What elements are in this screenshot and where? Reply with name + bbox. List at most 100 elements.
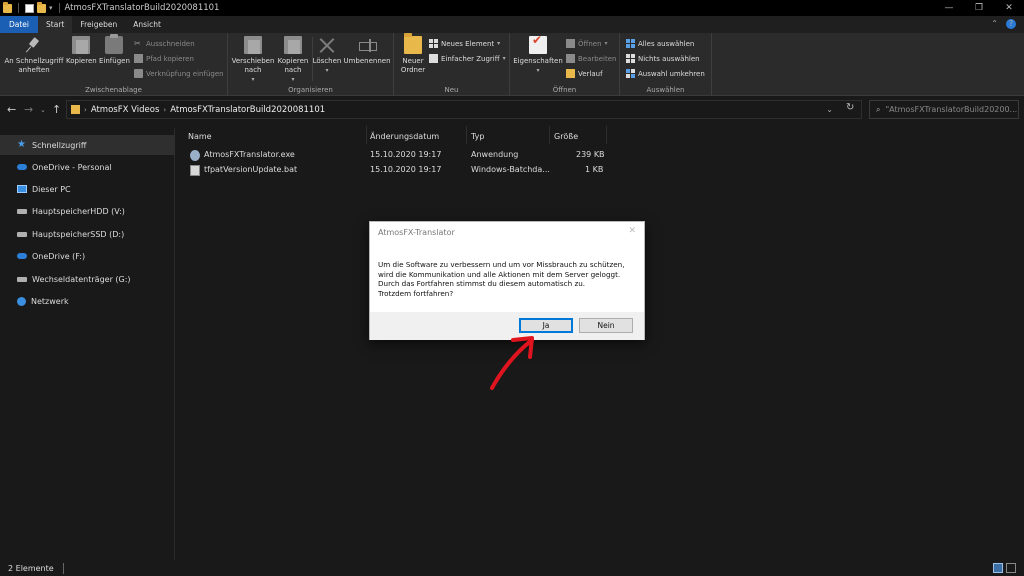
pin-quick-access-button[interactable]: An Schnellzugriff anheften: [3, 36, 65, 75]
scissors-icon: ✂: [134, 39, 141, 48]
cloud-icon: [17, 164, 27, 170]
properties-button[interactable]: Eigenschaften ▾: [512, 36, 564, 75]
no-button[interactable]: Nein: [579, 318, 633, 333]
folder-icon: [3, 1, 12, 13]
paste-button[interactable]: Einfügen: [99, 34, 130, 66]
copy-button[interactable]: Kopieren: [66, 36, 97, 66]
breadcrumb-atmosfx-videos[interactable]: AtmosFX Videos: [91, 105, 160, 115]
chevron-down-icon: ▾: [325, 67, 329, 74]
column-divider[interactable]: [549, 126, 550, 144]
sidebar-item-removable-g[interactable]: Wechseldatenträger (G:): [0, 269, 175, 289]
copy-to-button[interactable]: Kopieren nach ▾: [276, 36, 310, 84]
sidebar-item-label: HauptspeicherHDD (V:): [32, 206, 125, 216]
sidebar-item-hdd-v[interactable]: HauptspeicherHDD (V:): [0, 201, 175, 221]
path-icon: [134, 54, 143, 63]
close-icon[interactable]: ✕: [628, 226, 636, 236]
dialog-message-line: Um die Software zu verbessern und um vor…: [378, 260, 625, 269]
group-clipboard: An Schnellzugriff anheften Kopieren Einf…: [0, 33, 228, 96]
tab-freigeben[interactable]: Freigeben: [72, 16, 125, 33]
new-folder-button[interactable]: Neuer Ordner: [396, 33, 430, 75]
tab-ansicht[interactable]: Ansicht: [125, 16, 169, 33]
history-label: Verlauf: [578, 69, 603, 78]
arrow-shaft: [490, 338, 534, 390]
new-item-label: Neues Element: [441, 39, 495, 48]
file-size: 239 KB: [576, 150, 605, 159]
status-bar: 2 Elemente: [0, 560, 1024, 576]
delete-label: Löschen: [312, 57, 342, 65]
help-icon[interactable]: ?: [1006, 19, 1016, 29]
column-header-size[interactable]: Größe: [554, 129, 578, 145]
history-icon: [566, 69, 575, 78]
group-select: Alles auswählen Nichts auswählen Auswahl…: [620, 33, 712, 96]
column-divider[interactable]: [466, 126, 467, 144]
copy-path-label: Pfad kopieren: [146, 54, 194, 63]
refresh-icon[interactable]: ↻: [846, 102, 854, 113]
drive-icon: [17, 208, 27, 214]
minimize-button[interactable]: —: [934, 0, 964, 16]
properties-icon[interactable]: [25, 3, 34, 13]
cut-label: Ausschneiden: [146, 39, 195, 48]
table-row[interactable]: AtmosFXTranslator.exe 15.10.2020 19:17 A…: [184, 149, 614, 163]
sidebar-item-this-pc[interactable]: Dieser PC: [0, 179, 175, 199]
close-button[interactable]: ✕: [994, 0, 1024, 16]
move-label: Verschieben nach: [231, 57, 275, 74]
details-view-icon[interactable]: [993, 563, 1003, 573]
delete-button[interactable]: Löschen ▾: [312, 36, 342, 75]
sidebar-item-ssd-d[interactable]: HauptspeicherSSD (D:): [0, 224, 175, 244]
folder-icon: [71, 105, 80, 114]
large-icons-view-icon[interactable]: [1006, 563, 1016, 573]
column-header-type[interactable]: Typ: [471, 129, 484, 145]
select-none-button[interactable]: Nichts auswählen: [626, 53, 700, 64]
history-button[interactable]: Verlauf: [566, 68, 603, 79]
window-controls: — ❐ ✕: [934, 0, 1024, 16]
sidebar-item-label: Wechseldatenträger (G:): [32, 274, 131, 284]
up-arrow-icon[interactable]: ↑: [52, 103, 61, 116]
easy-access-button[interactable]: Einfacher Zugriff ▾: [429, 53, 506, 64]
sidebar-item-onedrive-f[interactable]: OneDrive (F:): [0, 246, 175, 266]
file-size: 1 KB: [585, 165, 604, 174]
new-item-button[interactable]: Neues Element ▾: [429, 38, 500, 49]
tab-datei[interactable]: Datei: [0, 16, 39, 33]
new-folder-icon[interactable]: [37, 1, 46, 13]
select-all-button[interactable]: Alles auswählen: [626, 38, 694, 49]
column-divider[interactable]: [366, 126, 367, 144]
invert-selection-button[interactable]: Auswahl umkehren: [626, 68, 705, 79]
maximize-button[interactable]: ❐: [964, 0, 994, 16]
pin-icon: [25, 36, 43, 54]
navigation-bar: ← → ⌄ ↑ › AtmosFX Videos › AtmosFXTransl…: [0, 96, 1024, 124]
copy-to-label: Kopieren nach: [277, 57, 309, 74]
recent-locations-chevron-icon[interactable]: ⌄: [40, 106, 46, 114]
group-open: Eigenschaften ▾ Öffnen ▾ Bearbeiten Verl…: [510, 33, 620, 96]
file-name: AtmosFXTranslator.exe: [204, 150, 295, 159]
search-input[interactable]: ⌕ "AtmosFXTranslatorBuild20200...: [869, 100, 1019, 119]
cut-button[interactable]: ✂ Ausschneiden: [134, 38, 195, 49]
tab-start[interactable]: Start: [38, 16, 73, 33]
chevron-down-icon[interactable]: ⌄: [826, 105, 833, 114]
sidebar-item-network[interactable]: Netzwerk: [0, 291, 175, 311]
open-button[interactable]: Öffnen ▾: [566, 38, 608, 49]
forward-arrow-icon[interactable]: →: [24, 103, 33, 116]
file-type: Windows-Batchda...: [471, 165, 550, 174]
back-arrow-icon[interactable]: ←: [7, 103, 16, 116]
paste-shortcut-button[interactable]: Verknüpfung einfügen: [134, 68, 224, 79]
move-to-button[interactable]: Verschieben nach ▾: [230, 36, 276, 84]
copy-path-button[interactable]: Pfad kopieren: [134, 53, 194, 64]
sidebar-item-label: Schnellzugriff: [32, 140, 87, 150]
easy-access-label: Einfacher Zugriff: [441, 54, 500, 63]
rename-button[interactable]: Umbenennen: [342, 36, 392, 66]
edit-button[interactable]: Bearbeiten: [566, 53, 616, 64]
address-bar[interactable]: › AtmosFX Videos › AtmosFXTranslatorBuil…: [66, 100, 862, 119]
breadcrumb-current-folder[interactable]: AtmosFXTranslatorBuild2020081101: [170, 105, 325, 115]
sidebar-item-onedrive-personal[interactable]: OneDrive - Personal: [0, 157, 175, 177]
table-row[interactable]: tfpatVersionUpdate.bat 15.10.2020 19:17 …: [184, 164, 614, 178]
open-label: Öffnen: [578, 39, 602, 48]
column-header-name[interactable]: Name: [188, 129, 212, 145]
column-header-date[interactable]: Änderungsdatum: [370, 129, 439, 145]
group-label-organize: Organisieren: [288, 86, 333, 94]
chevron-down-icon[interactable]: ▾: [49, 4, 53, 12]
edit-label: Bearbeiten: [578, 54, 617, 63]
chevron-up-icon[interactable]: ⌃: [991, 19, 998, 29]
sidebar-item-quick-access[interactable]: ★ Schnellzugriff: [0, 135, 175, 155]
column-divider[interactable]: [606, 126, 607, 144]
breadcrumb-separator: ›: [84, 105, 87, 114]
